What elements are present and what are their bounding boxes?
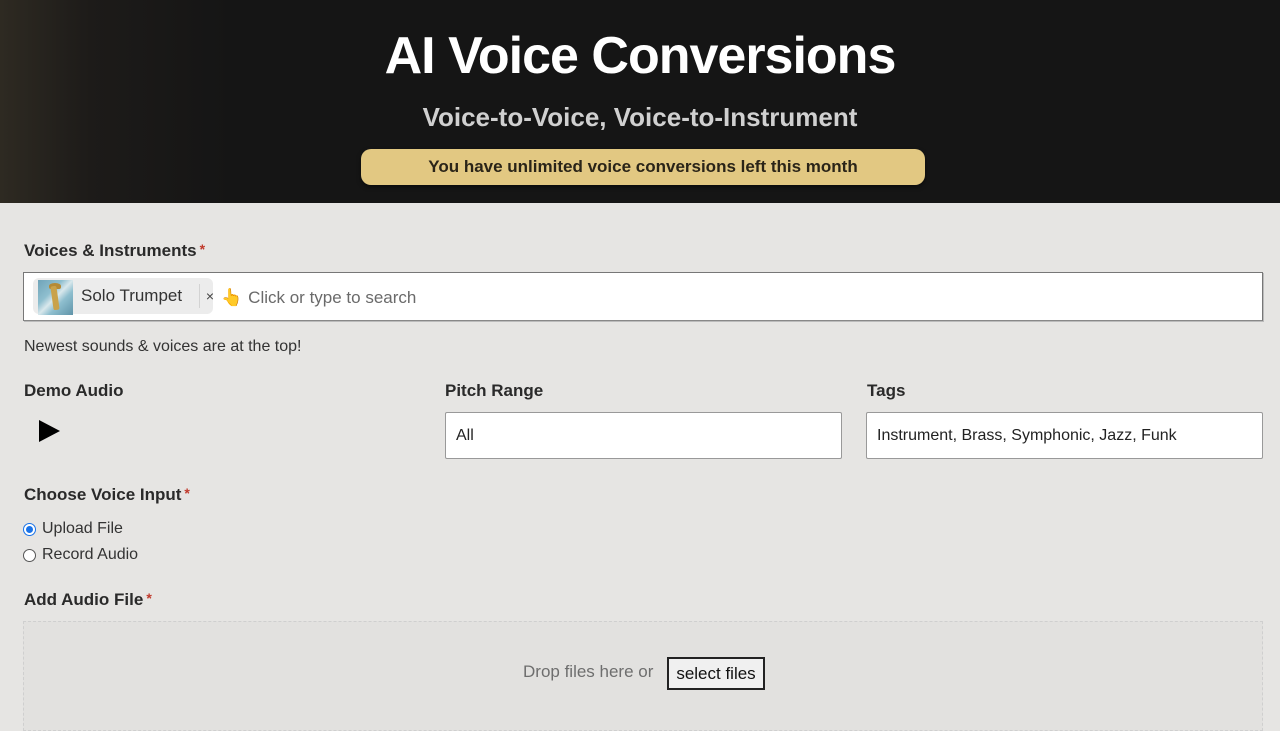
search-placeholder[interactable]: 👆 Click or type to search xyxy=(221,273,416,322)
file-dropzone[interactable]: Drop files here or select files xyxy=(23,621,1263,731)
voices-label: Voices & Instruments * xyxy=(24,241,205,261)
pointing-hand-icon: 👆 xyxy=(221,288,243,307)
audio-file-label-text: Add Audio File xyxy=(24,590,144,609)
voices-help-text: Newest sounds & voices are at the top! xyxy=(24,338,302,355)
trumpet-body xyxy=(50,285,60,311)
drop-files-text: Drop files here or xyxy=(523,662,654,681)
chip-label: Solo Trumpet xyxy=(81,286,183,305)
radio-upload-file[interactable]: Upload File xyxy=(23,520,123,538)
radio-button[interactable] xyxy=(23,548,36,562)
play-icon[interactable] xyxy=(39,420,60,442)
voice-input-label: Choose Voice Input * xyxy=(24,485,190,505)
voices-search-input[interactable]: Solo Trumpet × 👆 Click or type to search xyxy=(23,272,1263,321)
radio-label: Upload File xyxy=(42,520,123,537)
pitch-range-label: Pitch Range xyxy=(445,381,544,400)
radio-button-checked[interactable] xyxy=(23,522,36,536)
page-header: AI Voice Conversions Voice-to-Voice, Voi… xyxy=(0,0,1280,203)
required-mark: * xyxy=(184,485,190,501)
pitch-range-select[interactable]: All xyxy=(445,412,842,459)
tags-label: Tags xyxy=(867,381,906,400)
select-files-button[interactable]: select files xyxy=(667,657,765,690)
audio-file-label: Add Audio File * xyxy=(24,590,152,610)
voice-input-label-text: Choose Voice Input xyxy=(24,485,182,504)
radio-label: Record Audio xyxy=(42,546,139,563)
tags-field[interactable]: Instrument, Brass, Symphonic, Jazz, Funk xyxy=(866,412,1263,459)
radio-record-audio[interactable]: Record Audio xyxy=(23,546,138,564)
selected-voice-chip: Solo Trumpet × xyxy=(33,278,214,315)
voices-label-text: Voices & Instruments xyxy=(24,241,197,260)
demo-audio-label: Demo Audio xyxy=(24,381,124,400)
placeholder-text: Click or type to search xyxy=(248,288,417,307)
trumpet-thumbnail xyxy=(38,280,73,315)
page-subtitle: Voice-to-Voice, Voice-to-Instrument xyxy=(422,102,858,132)
required-mark: * xyxy=(146,590,152,606)
remove-chip-icon[interactable]: × xyxy=(201,278,219,314)
chip-divider xyxy=(199,284,200,308)
required-mark: * xyxy=(199,241,206,257)
quota-banner: You have unlimited voice conversions lef… xyxy=(361,149,925,185)
page-title: AI Voice Conversions xyxy=(384,27,897,85)
